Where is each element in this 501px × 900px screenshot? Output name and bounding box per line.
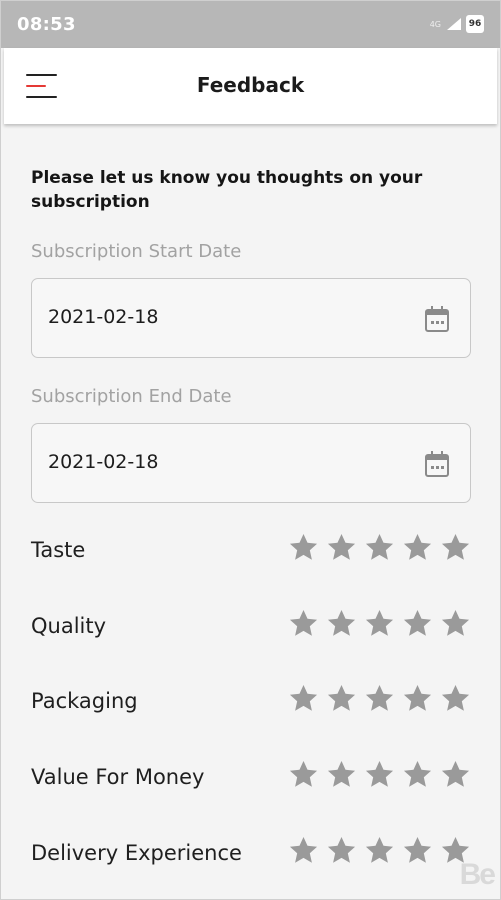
feedback-form: Please let us know you thoughts on your …: [31, 166, 471, 865]
rating-label: Taste: [31, 538, 86, 562]
star-icon[interactable]: [326, 532, 357, 563]
status-time: 08:53: [17, 14, 76, 35]
start-date-input[interactable]: [48, 306, 348, 328]
signal-icon: [447, 18, 461, 30]
end-date-label: Subscription End Date: [31, 386, 232, 407]
star-icon[interactable]: [326, 759, 357, 790]
star-icon[interactable]: [440, 608, 471, 639]
star-icon[interactable]: [402, 835, 433, 866]
star-icon[interactable]: [364, 835, 395, 866]
star-icon[interactable]: [440, 683, 471, 714]
star-rating[interactable]: [288, 532, 471, 563]
star-icon[interactable]: [440, 532, 471, 563]
star-icon[interactable]: [364, 608, 395, 639]
calendar-icon[interactable]: [424, 450, 450, 478]
star-icon[interactable]: [402, 683, 433, 714]
start-date-field[interactable]: [31, 278, 471, 358]
rating-row-value-for-money: Value For Money: [31, 759, 471, 799]
page-title: Feedback: [196, 73, 305, 97]
network-type-label: 4G: [429, 19, 441, 29]
star-icon[interactable]: [326, 835, 357, 866]
star-rating[interactable]: [288, 759, 471, 790]
star-icon[interactable]: [364, 759, 395, 790]
rating-row-packaging: Packaging: [31, 683, 471, 723]
star-icon[interactable]: [402, 608, 433, 639]
status-bar: 08:53 4G 96: [0, 0, 501, 48]
rating-label: Packaging: [31, 689, 138, 713]
star-icon[interactable]: [288, 683, 319, 714]
end-date-input[interactable]: [48, 451, 348, 473]
rating-label: Quality: [31, 614, 107, 638]
star-icon[interactable]: [288, 835, 319, 866]
star-icon[interactable]: [364, 683, 395, 714]
battery-icon: 96: [466, 15, 484, 33]
rating-label: Delivery Experience: [31, 841, 242, 865]
end-date-field[interactable]: [31, 423, 471, 503]
calendar-icon[interactable]: [424, 305, 450, 333]
star-icon[interactable]: [288, 532, 319, 563]
star-icon[interactable]: [288, 608, 319, 639]
star-icon[interactable]: [364, 532, 395, 563]
star-icon[interactable]: [402, 759, 433, 790]
start-date-label: Subscription Start Date: [31, 241, 242, 262]
behance-watermark: Be: [459, 858, 496, 891]
status-icons: 4G 96: [430, 15, 484, 33]
app-bar: Feedback: [4, 48, 497, 124]
star-icon[interactable]: [288, 759, 319, 790]
rating-row-delivery-experience: Delivery Experience: [31, 835, 471, 875]
star-icon[interactable]: [402, 532, 433, 563]
star-icon[interactable]: [440, 759, 471, 790]
star-rating[interactable]: [288, 608, 471, 639]
rating-row-taste: Taste: [31, 532, 471, 572]
star-rating[interactable]: [288, 683, 471, 714]
star-icon[interactable]: [326, 683, 357, 714]
intro-text: Please let us know you thoughts on your …: [31, 168, 423, 212]
rating-row-quality: Quality: [31, 608, 471, 648]
star-rating[interactable]: [288, 835, 471, 866]
rating-label: Value For Money: [31, 765, 205, 789]
star-icon[interactable]: [326, 608, 357, 639]
